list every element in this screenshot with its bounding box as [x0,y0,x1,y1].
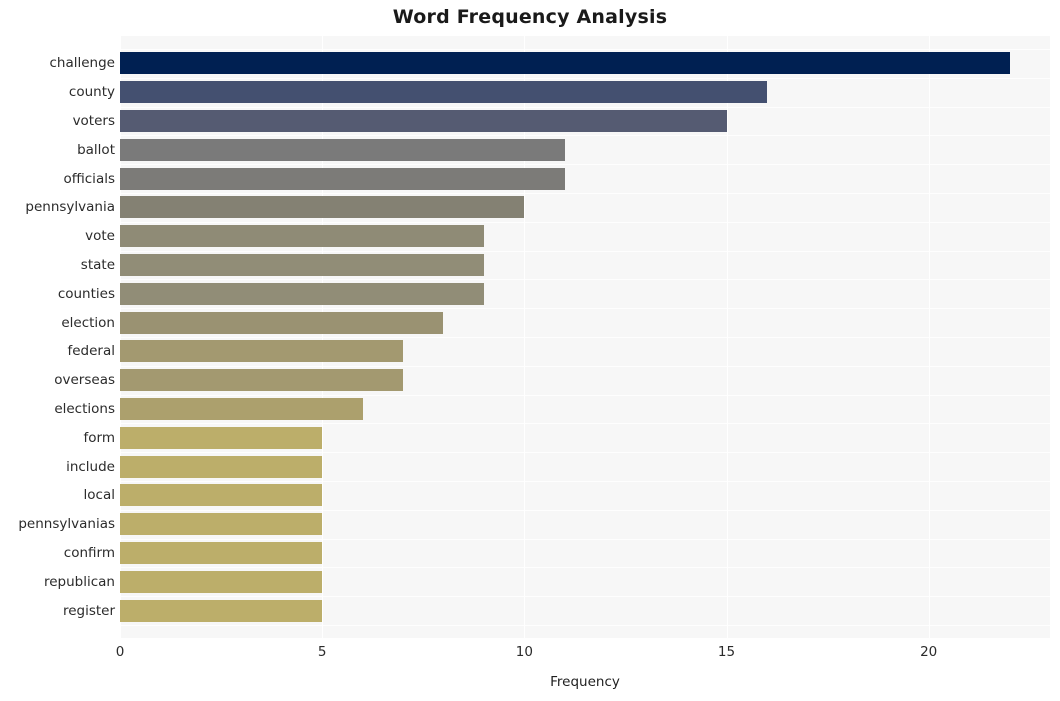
y-axis-tick-label: state [80,256,115,273]
bar [120,570,323,593]
y-axis-tick-label: challenge [49,55,116,72]
y-axis-tick-label: pennsylvania [25,199,115,216]
y-axis-tick-label: local [83,487,115,504]
y-axis-tick-label: elections [54,401,115,417]
y-axis-tick-label: register [62,602,115,619]
x-axis-tick-label: 5 [317,644,327,660]
bar [120,455,323,478]
y-axis-tick-label: pennsylvanias [18,516,115,533]
y-axis-tick-label: counties [57,285,115,302]
y-axis-tick-label: overseas [54,372,115,389]
y-axis-tick-label: federal [67,343,115,360]
y-axis-tick-label: confirm [63,545,115,562]
bar [120,398,363,420]
bars-layer [120,36,1050,638]
bar [120,81,767,104]
bar [120,196,525,219]
plot-area [120,36,1050,638]
y-axis-tick-label: form [83,429,115,446]
bar [120,599,323,622]
bar [120,109,727,132]
bar [120,282,484,305]
y-axis-tick-label: county [68,84,115,101]
chart-title: Word Frequency Analysis [392,6,668,28]
y-axis-tick-label: republican [43,573,115,590]
bar [120,369,404,392]
y-axis-tick-label: vote [85,228,115,245]
y-axis-tick-label: ballot [77,141,115,158]
x-axis-tick-label: 20 [920,644,938,660]
bar [120,426,323,449]
x-axis-tick-label: 10 [515,644,533,660]
y-axis-tick-label: voters [72,112,115,129]
bar [120,542,323,565]
bar [120,52,1010,75]
y-axis-tick-label: officials [63,170,115,187]
bar [120,253,484,276]
bar [120,513,323,536]
word-frequency-chart: Word Frequency Analysis challenge county v… [0,0,1060,701]
bar [120,340,404,363]
bar [120,311,444,334]
y-axis-tick-label: include [66,458,115,475]
y-axis-tick-label: election [61,314,115,331]
bar [120,225,484,248]
y-axis-tick-labels: challenge county voters ballot officials penn… [0,36,115,638]
bar [120,484,323,507]
x-axis-tick-label: 0 [115,644,125,660]
x-axis-tick-label: 15 [717,644,736,660]
bar [120,167,565,190]
x-axis-title: Frequency [550,674,620,690]
bar [120,138,565,161]
x-axis-tick-labels: 0 5 10 15 20 [116,644,1050,664]
